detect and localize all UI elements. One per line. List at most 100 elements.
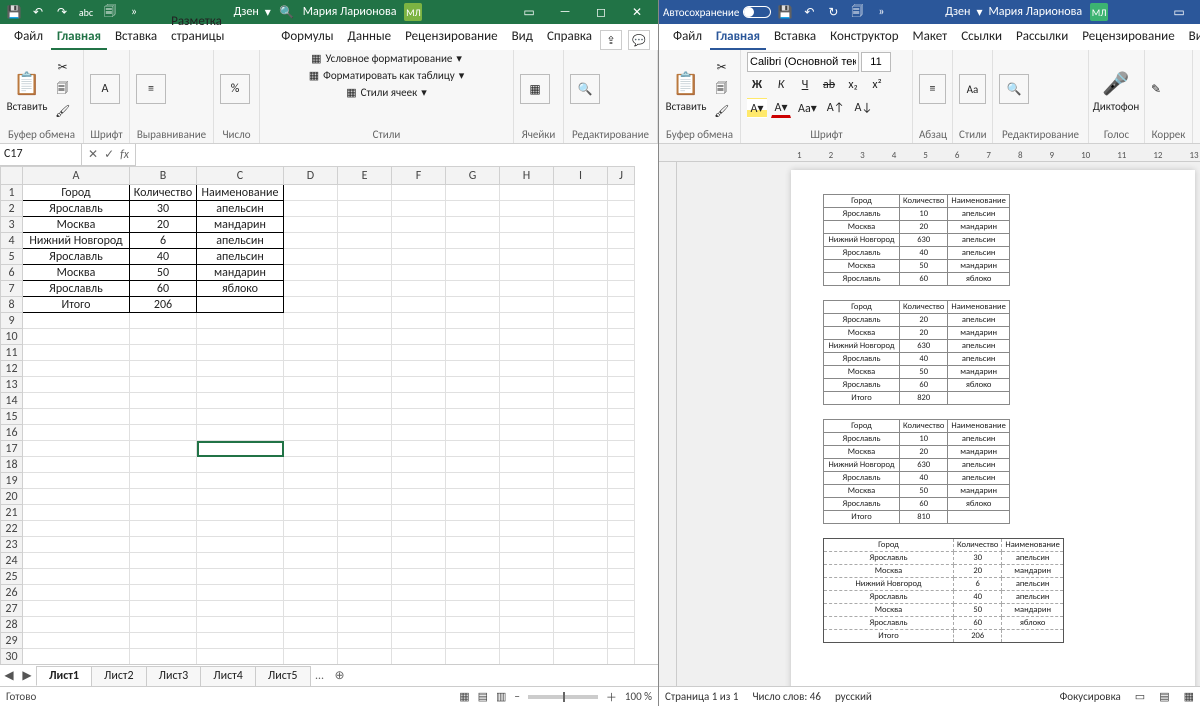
cell[interactable] bbox=[608, 505, 635, 521]
cell[interactable] bbox=[23, 441, 130, 457]
share-icon[interactable]: ⇪ bbox=[600, 30, 622, 50]
cell[interactable] bbox=[284, 553, 338, 569]
row-header[interactable]: 22 bbox=[1, 521, 23, 537]
cell[interactable] bbox=[197, 457, 284, 473]
cell[interactable] bbox=[284, 313, 338, 329]
cell[interactable] bbox=[554, 313, 608, 329]
cell[interactable] bbox=[392, 313, 446, 329]
cell[interactable] bbox=[608, 601, 635, 617]
cell[interactable]: яблоко bbox=[197, 281, 284, 297]
redo-icon[interactable]: ↻ bbox=[823, 2, 843, 22]
cell[interactable] bbox=[446, 185, 500, 201]
cell[interactable] bbox=[392, 601, 446, 617]
cell[interactable] bbox=[608, 425, 635, 441]
embedded-table[interactable]: ГородКоличествоНаименованиеЯрославль20ап… bbox=[823, 300, 1010, 405]
cell[interactable] bbox=[284, 185, 338, 201]
cell[interactable] bbox=[608, 377, 635, 393]
cell[interactable] bbox=[554, 377, 608, 393]
font-color-button[interactable]: A▾ bbox=[771, 98, 791, 118]
cell[interactable] bbox=[338, 521, 392, 537]
cell[interactable] bbox=[392, 329, 446, 345]
column-header[interactable]: G bbox=[446, 167, 500, 185]
cell[interactable] bbox=[446, 489, 500, 505]
cell[interactable]: 40 bbox=[130, 249, 197, 265]
search-icon[interactable]: 🔍 bbox=[277, 2, 297, 22]
cell[interactable] bbox=[554, 345, 608, 361]
cell[interactable] bbox=[392, 201, 446, 217]
cell[interactable] bbox=[338, 217, 392, 233]
close-icon[interactable]: ✕ bbox=[620, 0, 654, 24]
cell[interactable] bbox=[284, 329, 338, 345]
horizontal-ruler[interactable]: 12345678910111213141516 bbox=[659, 144, 1200, 162]
cell[interactable] bbox=[130, 393, 197, 409]
quickprint-icon[interactable]: 🗐 bbox=[100, 2, 120, 22]
cell[interactable] bbox=[392, 617, 446, 633]
cell[interactable]: Ярославль bbox=[23, 281, 130, 297]
cell[interactable] bbox=[608, 489, 635, 505]
cell[interactable] bbox=[554, 265, 608, 281]
cell[interactable] bbox=[338, 617, 392, 633]
cell[interactable] bbox=[284, 505, 338, 521]
cell[interactable]: Москва bbox=[23, 265, 130, 281]
cell[interactable] bbox=[554, 553, 608, 569]
cell[interactable] bbox=[446, 409, 500, 425]
cell[interactable]: Ярославль bbox=[23, 201, 130, 217]
cell[interactable] bbox=[197, 553, 284, 569]
cell[interactable] bbox=[446, 217, 500, 233]
cell[interactable] bbox=[554, 521, 608, 537]
cell[interactable] bbox=[554, 649, 608, 665]
cell[interactable] bbox=[608, 553, 635, 569]
tab-layout[interactable]: Разметка страницы bbox=[165, 10, 273, 50]
cell[interactable] bbox=[23, 329, 130, 345]
tab-mailings[interactable]: Рассылки bbox=[1010, 25, 1074, 50]
cell[interactable] bbox=[446, 345, 500, 361]
cell[interactable] bbox=[392, 249, 446, 265]
view-pagelayout-icon[interactable]: ▤ bbox=[478, 690, 488, 703]
cell[interactable] bbox=[446, 521, 500, 537]
cell[interactable] bbox=[130, 489, 197, 505]
row-header[interactable]: 6 bbox=[1, 265, 23, 281]
save-icon[interactable]: 💾 bbox=[775, 2, 795, 22]
row-header[interactable]: 19 bbox=[1, 473, 23, 489]
cell[interactable] bbox=[500, 409, 554, 425]
name-box[interactable]: C17 bbox=[0, 144, 82, 166]
qat-more-icon[interactable]: » bbox=[871, 2, 891, 22]
cell[interactable]: Москва bbox=[23, 217, 130, 233]
cell[interactable] bbox=[500, 249, 554, 265]
embedded-table[interactable]: ГородКоличествоНаименованиеЯрославль30ап… bbox=[823, 538, 1064, 643]
view-normal-icon[interactable]: ▦ bbox=[459, 690, 469, 703]
cell[interactable] bbox=[130, 377, 197, 393]
cell[interactable] bbox=[284, 457, 338, 473]
cell[interactable]: Город bbox=[23, 185, 130, 201]
cell[interactable] bbox=[500, 521, 554, 537]
cell[interactable] bbox=[392, 441, 446, 457]
cell[interactable] bbox=[392, 281, 446, 297]
cell[interactable] bbox=[338, 441, 392, 457]
cell[interactable] bbox=[338, 377, 392, 393]
sheet-more-icon[interactable]: … bbox=[310, 669, 330, 683]
cell[interactable] bbox=[23, 553, 130, 569]
cell[interactable] bbox=[608, 569, 635, 585]
cell[interactable] bbox=[608, 313, 635, 329]
cell[interactable] bbox=[554, 601, 608, 617]
cell[interactable] bbox=[197, 345, 284, 361]
find-icon[interactable]: 🔍 bbox=[570, 74, 600, 104]
redo-icon[interactable]: ↷ bbox=[52, 2, 72, 22]
cell[interactable]: 50 bbox=[130, 265, 197, 281]
cell[interactable] bbox=[446, 233, 500, 249]
column-header[interactable]: I bbox=[554, 167, 608, 185]
cell[interactable] bbox=[284, 377, 338, 393]
cell[interactable] bbox=[554, 425, 608, 441]
cell[interactable] bbox=[23, 473, 130, 489]
row-header[interactable]: 12 bbox=[1, 361, 23, 377]
cell[interactable] bbox=[608, 585, 635, 601]
cell[interactable] bbox=[392, 297, 446, 313]
cell[interactable] bbox=[554, 633, 608, 649]
sheet-tab[interactable]: Лист4 bbox=[200, 666, 256, 686]
cell[interactable] bbox=[23, 313, 130, 329]
cell[interactable] bbox=[608, 441, 635, 457]
cell[interactable] bbox=[130, 313, 197, 329]
status-language[interactable]: русский bbox=[835, 690, 872, 703]
undo-icon[interactable]: ↶ bbox=[28, 2, 48, 22]
format-painter-icon[interactable]: 🖌 bbox=[52, 101, 73, 121]
